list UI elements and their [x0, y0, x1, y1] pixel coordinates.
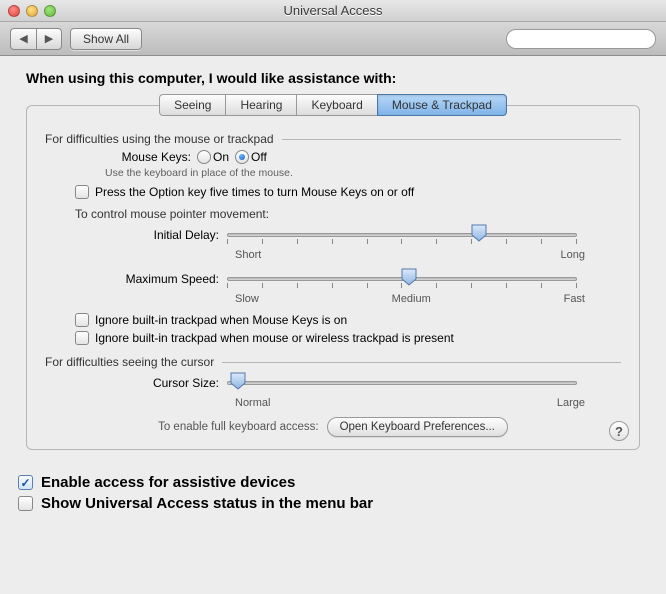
control-movement-label: To control mouse pointer movement: — [75, 207, 621, 221]
mouse-keys-on-radio[interactable] — [197, 150, 211, 164]
max-speed-label: Maximum Speed: — [45, 272, 227, 286]
nav-segment: ◀ ▶ — [10, 28, 62, 50]
kb-access-label: To enable full keyboard access: — [158, 421, 318, 433]
forward-icon: ▶ — [45, 32, 53, 45]
ignore-trackpad-mousekeys-checkbox[interactable] — [75, 313, 89, 327]
tab-seeing[interactable]: Seeing — [159, 94, 225, 116]
section-mouse-difficulty: For difficulties using the mouse or trac… — [45, 132, 621, 146]
toolbar: ◀ ▶ Show All 🔍 — [0, 22, 666, 56]
titlebar: Universal Access — [0, 0, 666, 22]
tab-hearing[interactable]: Hearing — [225, 94, 296, 116]
page-heading: When using this computer, I would like a… — [26, 70, 640, 86]
mouse-keys-row: Mouse Keys: On Off — [105, 150, 621, 164]
back-button[interactable]: ◀ — [10, 28, 36, 50]
option-five-label: Press the Option key five times to turn … — [95, 185, 414, 199]
max-speed-thumb[interactable] — [400, 267, 418, 287]
ignore-trackpad-mousekeys-label: Ignore built-in trackpad when Mouse Keys… — [95, 313, 347, 327]
tab-keyboard[interactable]: Keyboard — [296, 94, 376, 116]
option-five-checkbox[interactable] — [75, 185, 89, 199]
enable-assistive-checkbox[interactable] — [18, 475, 33, 490]
settings-panel: For difficulties using the mouse or trac… — [26, 105, 640, 450]
cursor-size-label: Cursor Size: — [45, 376, 227, 390]
cursor-size-slider[interactable] — [227, 373, 577, 393]
max-speed-slider[interactable] — [227, 269, 577, 289]
forward-button[interactable]: ▶ — [36, 28, 62, 50]
cursor-size-thumb[interactable] — [229, 371, 247, 391]
mouse-keys-hint: Use the keyboard in place of the mouse. — [105, 167, 621, 179]
show-all-button[interactable]: Show All — [70, 28, 142, 50]
enable-assistive-label: Enable access for assistive devices — [41, 474, 295, 491]
show-menubar-checkbox[interactable] — [18, 496, 33, 511]
tab-bar: Seeing Hearing Keyboard Mouse & Trackpad — [26, 94, 640, 116]
initial-delay-thumb[interactable] — [470, 223, 488, 243]
window-title: Universal Access — [0, 3, 666, 18]
section-cursor-difficulty: For difficulties seeing the cursor — [45, 355, 621, 369]
help-button[interactable]: ? — [609, 421, 629, 441]
open-keyboard-prefs-button[interactable]: Open Keyboard Preferences... — [327, 417, 508, 437]
mouse-keys-off-radio[interactable] — [235, 150, 249, 164]
back-icon: ◀ — [19, 32, 27, 45]
search-input[interactable] — [506, 29, 656, 49]
tab-mouse-trackpad[interactable]: Mouse & Trackpad — [377, 94, 507, 116]
ignore-trackpad-mouse-checkbox[interactable] — [75, 331, 89, 345]
show-menubar-label: Show Universal Access status in the menu… — [41, 495, 373, 512]
initial-delay-label: Initial Delay: — [45, 228, 227, 242]
initial-delay-slider[interactable] — [227, 225, 577, 245]
ignore-trackpad-mouse-label: Ignore built-in trackpad when mouse or w… — [95, 331, 454, 345]
